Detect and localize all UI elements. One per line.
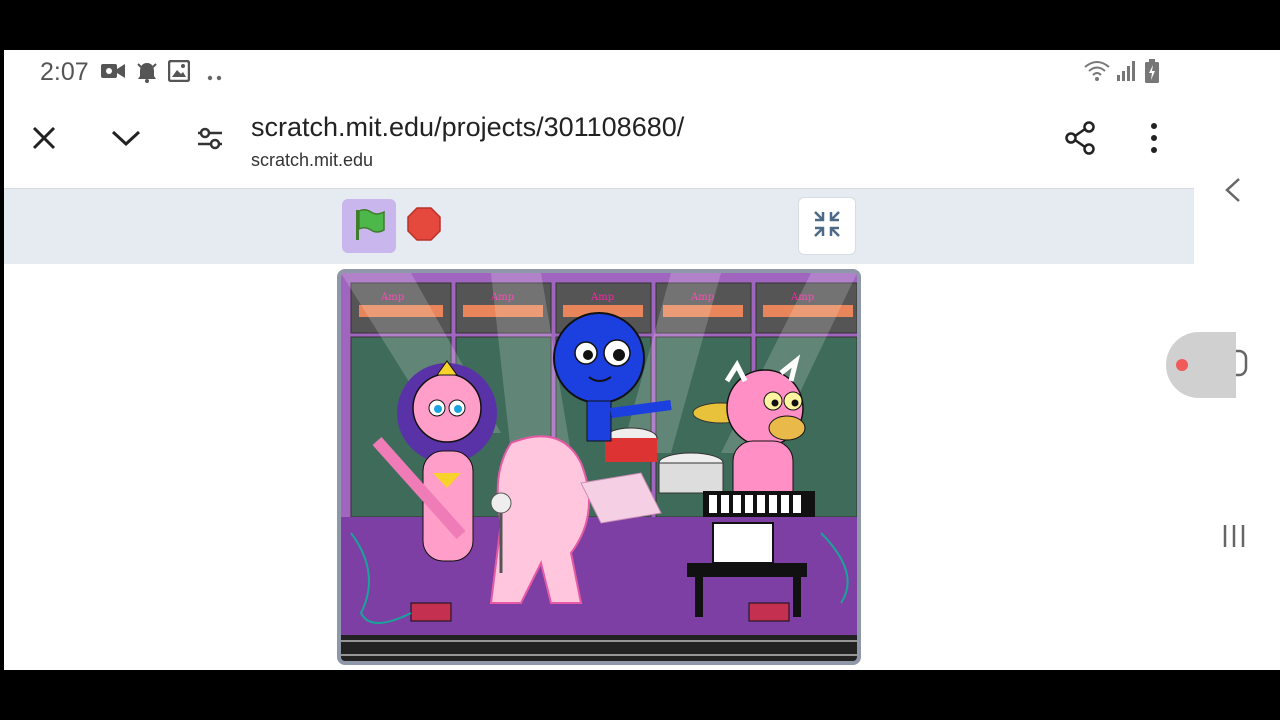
page-url[interactable]: scratch.mit.edu/projects/301108680/ <box>251 112 684 143</box>
green-flag-button[interactable] <box>342 199 396 253</box>
record-dot-icon <box>1176 359 1188 371</box>
image-icon <box>167 59 191 87</box>
stop-sign-icon <box>406 206 442 247</box>
chevron-down-icon[interactable] <box>108 120 144 156</box>
letterbox-top <box>0 0 1280 50</box>
more-vertical-icon[interactable] <box>1136 120 1172 156</box>
battery-icon <box>1144 58 1160 89</box>
letterbox-bottom <box>0 670 1280 720</box>
recent-apps-icon[interactable] <box>1220 522 1248 555</box>
signal-icon <box>1116 60 1136 87</box>
alarm-bell-icon <box>135 60 159 89</box>
green-flag-icon <box>351 206 387 247</box>
video-camera-icon <box>100 60 126 87</box>
phone-screen: 2:07 scratch.mit.edu/projects/301108680/… <box>4 50 1194 670</box>
pedal <box>748 602 790 622</box>
project-stage[interactable]: Amp Amp Amp Amp Amp <box>337 269 861 665</box>
share-icon[interactable] <box>1062 120 1098 156</box>
wifi-icon <box>1083 59 1111 86</box>
more-dots-icon <box>207 68 223 86</box>
back-icon[interactable] <box>1222 176 1244 209</box>
exit-fullscreen-button[interactable] <box>798 197 856 255</box>
stage-scene: Amp Amp Amp Amp Amp <box>341 273 857 661</box>
page-domain: scratch.mit.edu <box>251 150 374 170</box>
pink-dragon-character <box>724 354 806 512</box>
status-bar: 2:07 <box>4 50 1194 92</box>
pedal <box>410 602 452 622</box>
custom-tab-toolbar: scratch.mit.edu/projects/301108680/ scra… <box>4 92 1194 188</box>
amp-label: Amp <box>590 292 614 303</box>
tune-icon[interactable] <box>192 120 228 156</box>
scratch-controls-bar <box>4 188 1194 264</box>
stop-button[interactable] <box>405 206 443 247</box>
exit-fullscreen-icon <box>812 209 842 244</box>
screen-recorder-handle[interactable] <box>1166 332 1236 398</box>
close-icon[interactable] <box>26 120 62 156</box>
status-time: 2:07 <box>40 58 89 86</box>
